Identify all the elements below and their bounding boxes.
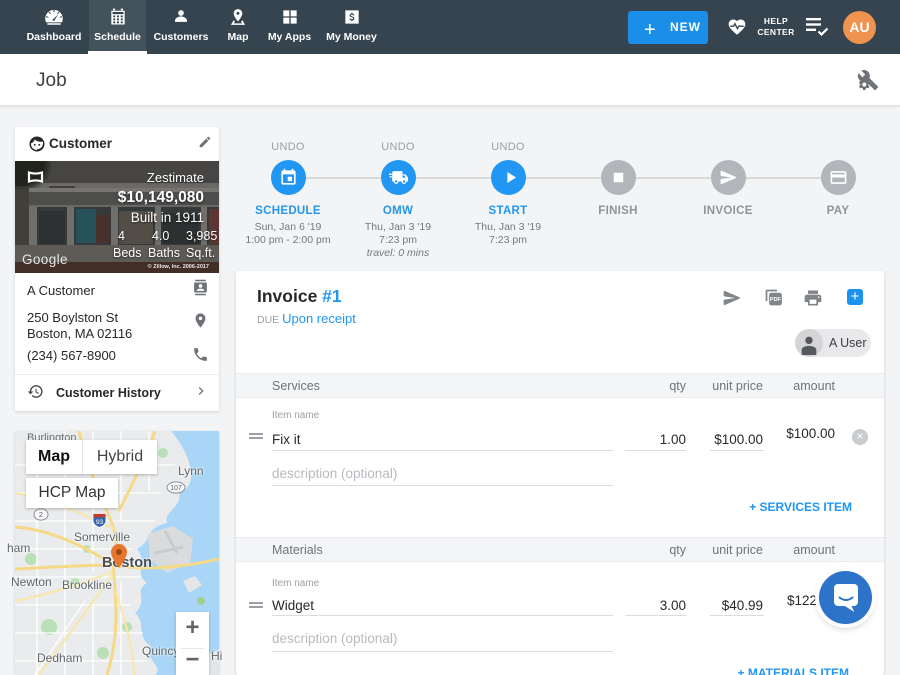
svg-text:93: 93 xyxy=(96,519,104,526)
svg-text:107: 107 xyxy=(170,485,182,492)
svg-text:2: 2 xyxy=(39,510,43,519)
svg-text:PDF: PDF xyxy=(770,297,782,303)
